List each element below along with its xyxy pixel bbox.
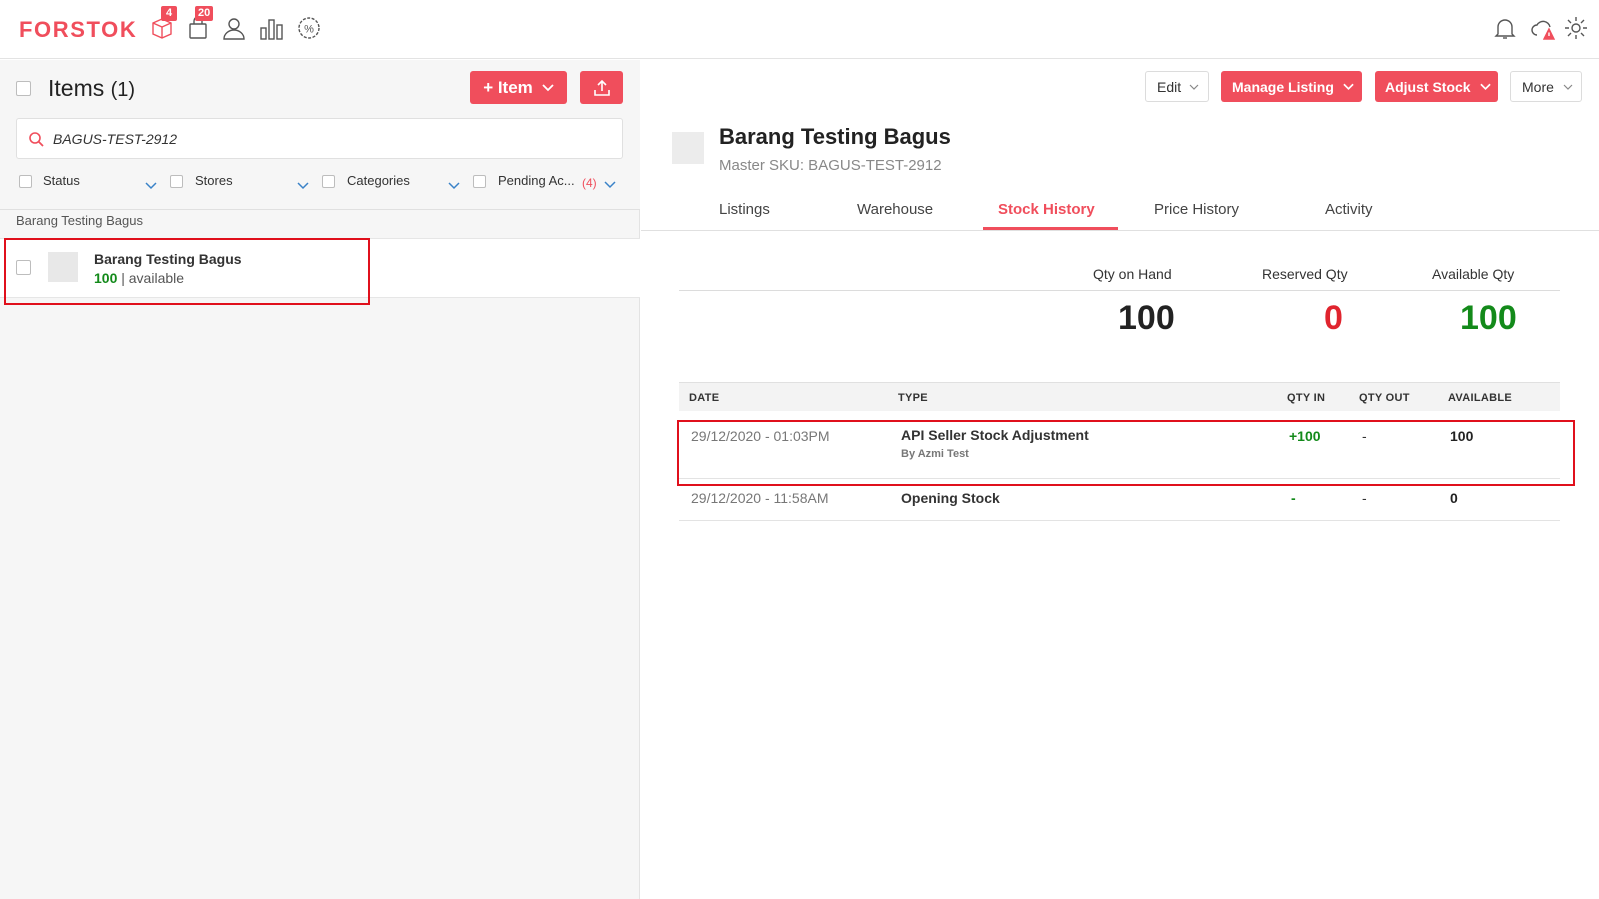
chevron-down-icon [1189,84,1199,90]
qty-on-hand-value: 100 [1118,299,1175,337]
bell-icon[interactable] [1490,12,1520,44]
shopping-bag-icon[interactable]: 20 [183,6,214,44]
select-all-checkbox[interactable] [16,81,31,96]
pending-filter-checkbox[interactable] [473,175,486,188]
row-type: Opening Stock [901,490,1000,506]
row-qty-out: - [1362,428,1367,444]
stores-chevron-down-icon[interactable] [297,182,309,190]
item-availability: 100 | available [94,270,184,286]
tab-stock-history[interactable]: Stock History [998,201,1095,218]
col-type: TYPE [898,392,928,404]
qty-on-hand-label: Qty on Hand [1093,266,1172,282]
item-available-suffix: | available [117,270,185,286]
product-title: Barang Testing Bagus [719,124,951,149]
row-available: 100 [1450,428,1474,444]
row-by: By Azmi Test [901,448,969,460]
status-filter-checkbox[interactable] [19,175,32,188]
search-field[interactable]: BAGUS-TEST-2912 [16,118,623,159]
stores-filter-checkbox[interactable] [170,175,183,188]
active-tab-indicator [983,227,1118,230]
pending-chevron-down-icon[interactable] [604,181,616,189]
chevron-down-icon [1563,84,1573,90]
export-button[interactable] [580,71,623,104]
row-qty-out: - [1362,490,1367,506]
adjust-stock-button[interactable]: Adjust Stock [1375,71,1498,102]
row-qty-in: - [1291,490,1296,506]
more-label: More [1522,78,1554,95]
stock-history-table-header: DATE TYPE QTY IN QTY OUT AVAILABLE [679,382,1560,411]
pending-filter[interactable]: Pending Ac... [498,173,575,188]
master-sku: Master SKU: BAGUS-TEST-2912 [719,157,942,174]
item-thumbnail [48,252,78,282]
available-qty-label: Available Qty [1432,266,1515,282]
gear-icon[interactable] [1561,12,1591,44]
categories-filter[interactable]: Categories [347,173,410,188]
box-count-badge: 4 [161,6,177,21]
items-title-label: Items [48,75,105,101]
search-icon [29,132,44,147]
row-available: 0 [1450,490,1458,506]
more-button[interactable]: More [1510,71,1582,102]
items-count: (1) [110,79,136,101]
row-date: 29/12/2020 - 11:58AM [691,490,829,506]
detail-tabs: Listings Warehouse Stock History Price H… [641,190,1599,231]
categories-filter-checkbox[interactable] [322,175,335,188]
item-available-qty: 100 [94,270,118,286]
item-list-row[interactable]: Barang Testing Bagus 100 | available [0,238,640,298]
col-qty-in: QTY IN [1287,392,1326,404]
add-item-button[interactable]: + Item [470,71,567,104]
tab-activity[interactable]: Activity [1325,201,1373,218]
available-qty-value: 100 [1460,299,1517,337]
edit-label: Edit [1157,78,1182,95]
tab-price-history[interactable]: Price History [1154,201,1239,218]
product-thumbnail [672,132,704,164]
table-row: 29/12/2020 - 01:03PM API Seller Stock Ad… [679,411,1560,479]
add-item-label: + Item [483,77,533,97]
status-filter[interactable]: Status [43,173,80,188]
discount-icon[interactable]: % [294,12,324,44]
status-chevron-down-icon[interactable] [145,182,157,190]
bar-chart-icon[interactable] [256,12,286,44]
manage-listing-button[interactable]: Manage Listing [1221,71,1362,102]
box-icon[interactable]: 4 [147,6,177,44]
forstok-logo[interactable]: FORSTOK [19,17,137,43]
pending-count: (4) [582,176,597,190]
svg-text:%: % [304,24,314,36]
chevron-down-icon [542,83,554,91]
user-icon[interactable] [219,12,249,44]
chevron-down-icon [1480,83,1491,91]
items-panel-header: Items (1) + Item BAGUS-TEST-2912 Status … [0,60,640,210]
cloud-alert-icon[interactable] [1528,12,1558,44]
col-date: DATE [689,392,720,404]
chevron-down-icon [1343,83,1354,91]
reserved-qty-value: 0 [1324,299,1343,337]
tab-warehouse[interactable]: Warehouse [857,201,933,218]
categories-chevron-down-icon[interactable] [448,182,460,190]
search-input[interactable]: BAGUS-TEST-2912 [53,131,177,147]
group-label: Barang Testing Bagus [16,213,143,228]
reserved-qty-label: Reserved Qty [1262,266,1348,282]
adjust-stock-label: Adjust Stock [1385,78,1471,95]
item-detail-panel: Edit Manage Listing Adjust Stock More Ba… [641,60,1599,899]
items-panel: Items (1) + Item BAGUS-TEST-2912 Status … [0,60,640,899]
row-qty-in: +100 [1289,428,1321,444]
row-date: 29/12/2020 - 01:03PM [691,428,830,444]
col-qty-out: QTY OUT [1359,392,1410,404]
row-type: API Seller Stock Adjustment [901,427,1089,443]
orders-count-badge: 20 [195,6,214,21]
item-name: Barang Testing Bagus [94,251,242,267]
manage-listing-label: Manage Listing [1232,78,1334,95]
qty-divider [679,290,1560,291]
tab-listings[interactable]: Listings [719,201,770,218]
col-available: AVAILABLE [1448,392,1513,404]
edit-button[interactable]: Edit [1145,71,1209,102]
table-row: 29/12/2020 - 11:58AM Opening Stock - - 0 [679,479,1560,521]
top-nav-bar: FORSTOK 4 20 % [0,0,1599,59]
items-title: Items (1) [48,75,135,102]
item-checkbox[interactable] [16,260,31,275]
stores-filter[interactable]: Stores [195,173,233,188]
upload-icon [593,79,610,96]
